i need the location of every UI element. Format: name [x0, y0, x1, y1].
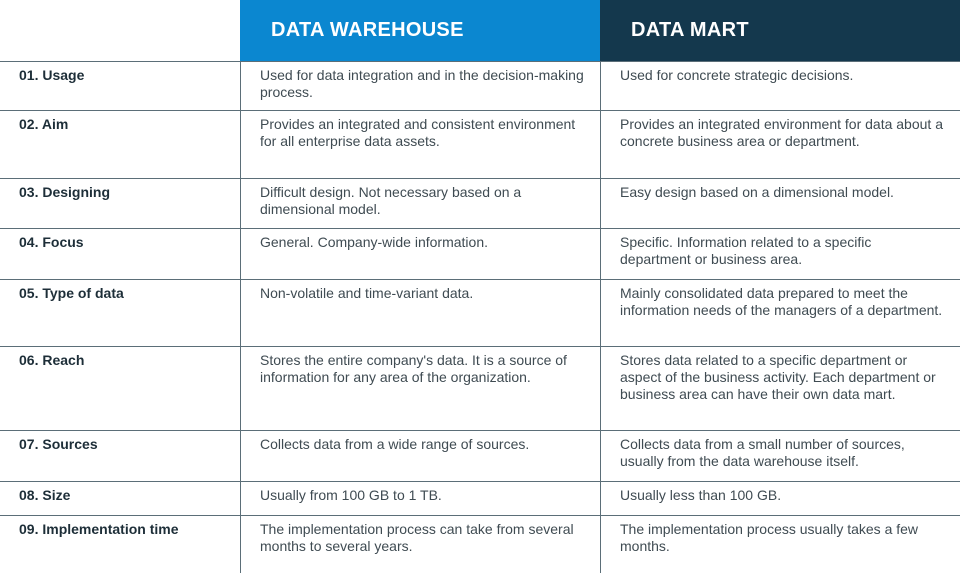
table-row-implementation-time: 09. Implementation time The implementati…: [0, 515, 960, 573]
warehouse-cell: Provides an integrated and consistent en…: [240, 111, 600, 178]
mart-cell: Used for concrete strategic decisions.: [600, 62, 960, 110]
row-label: 01. Usage: [19, 67, 85, 83]
table-row-reach: 06. Reach Stores the entire company's da…: [0, 346, 960, 430]
warehouse-cell: Difficult design. Not necessary based on…: [240, 179, 600, 228]
header-data-warehouse-label: DATA WAREHOUSE: [271, 19, 464, 41]
table-row-size: 08. Size Usually from 100 GB to 1 TB. Us…: [0, 481, 960, 515]
mart-cell: The implementation process usually takes…: [600, 516, 960, 573]
header-data-mart-label: DATA MART: [631, 19, 749, 41]
row-label: 04. Focus: [19, 234, 84, 250]
header-data-warehouse: DATA WAREHOUSE: [240, 0, 600, 61]
header-data-mart: DATA MART: [600, 0, 960, 61]
mart-cell: Specific. Information related to a speci…: [600, 229, 960, 279]
warehouse-cell: Used for data integration and in the dec…: [240, 62, 600, 110]
warehouse-cell: Usually from 100 GB to 1 TB.: [240, 482, 600, 515]
table-row-sources: 07. Sources Collects data from a wide ra…: [0, 430, 960, 481]
mart-cell: Provides an integrated environment for d…: [600, 111, 960, 178]
mart-cell: Collects data from a small number of sou…: [600, 431, 960, 481]
row-label: 07. Sources: [19, 436, 98, 452]
table-row-type-of-data: 05. Type of data Non-volatile and time-v…: [0, 279, 960, 346]
mart-cell: Easy design based on a dimensional model…: [600, 179, 960, 228]
mart-cell: Stores data related to a specific depart…: [600, 347, 960, 430]
row-label: 06. Reach: [19, 352, 85, 368]
row-label: 08. Size: [19, 487, 71, 503]
warehouse-cell: The implementation process can take from…: [240, 516, 600, 573]
header-empty-cell: [0, 0, 240, 61]
mart-cell: Usually less than 100 GB.: [600, 482, 960, 515]
table-row-aim: 02. Aim Provides an integrated and consi…: [0, 110, 960, 178]
row-label: 05. Type of data: [19, 285, 124, 301]
row-label: 09. Implementation time: [19, 521, 179, 537]
row-label: 02. Aim: [19, 116, 69, 132]
warehouse-cell: Collects data from a wide range of sourc…: [240, 431, 600, 481]
table-row-designing: 03. Designing Difficult design. Not nece…: [0, 178, 960, 228]
warehouse-cell: Non-volatile and time-variant data.: [240, 280, 600, 346]
mart-cell: Mainly consolidated data prepared to mee…: [600, 280, 960, 346]
table-row-focus: 04. Focus General. Company-wide informat…: [0, 228, 960, 279]
warehouse-cell: General. Company-wide information.: [240, 229, 600, 279]
warehouse-cell: Stores the entire company's data. It is …: [240, 347, 600, 430]
row-label: 03. Designing: [19, 184, 111, 200]
table-row-usage: 01. Usage Used for data integration and …: [0, 61, 960, 110]
